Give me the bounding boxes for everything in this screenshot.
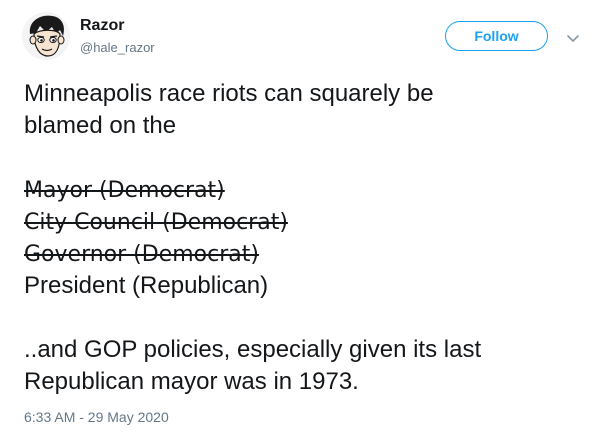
timestamp[interactable]: 6:33 AM - 29 May 2020 [24, 408, 169, 426]
tweet-text-line: blamed on the [24, 112, 177, 139]
tweet-text-line: Republican mayor was in 1973. [24, 368, 359, 395]
follow-button[interactable]: Follow [445, 21, 548, 51]
tweet-text: Minneapolis race riots can squarely be b… [24, 78, 584, 398]
user-handle[interactable]: @hale_razor [80, 39, 155, 56]
avatar-face-icon [22, 12, 70, 60]
struck-line-governor: Governor (Democrat) [24, 238, 584, 270]
tweet-text-line: ..and GOP policies, especially given its… [24, 336, 482, 363]
tweet-text-line: President (Republican) [24, 272, 269, 299]
chevron-down-icon[interactable] [566, 31, 580, 42]
struck-text: City Council (Democrat) [24, 210, 288, 235]
struck-text: Governor (Democrat) [24, 242, 259, 267]
struck-line-mayor: Mayor (Democrat) [24, 174, 584, 206]
tweet-text-line: Minneapolis race riots can squarely be [24, 80, 434, 107]
display-name[interactable]: Razor [80, 16, 124, 36]
struck-line-council: City Council (Democrat) [24, 206, 584, 238]
avatar[interactable] [22, 12, 70, 60]
tweet-card: Razor @hale_razor Follow Minneapolis rac… [0, 0, 596, 439]
struck-text: Mayor (Democrat) [24, 178, 225, 203]
